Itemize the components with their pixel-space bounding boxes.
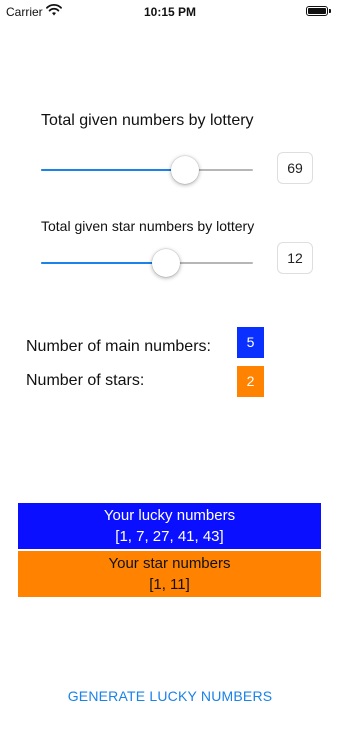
total-star-numbers-slider[interactable] (41, 248, 253, 278)
star-numbers-title: Your star numbers (108, 555, 231, 572)
slider-thumb[interactable] (171, 156, 200, 184)
lucky-numbers-title: Your lucky numbers (103, 507, 236, 524)
main-numbers-count: 5 (237, 327, 264, 358)
generate-lucky-numbers-button[interactable]: GENERATE LUCKY NUMBERS (0, 688, 340, 704)
slider-thumb[interactable] (152, 249, 181, 277)
lucky-numbers-banner: Your lucky numbers [1, 7, 27, 41, 43] (18, 503, 321, 549)
status-time: 10:15 PM (143, 5, 197, 19)
total-star-numbers-value: 12 (277, 242, 313, 274)
status-bar: Carrier 10:15 PM (0, 0, 340, 24)
total-star-numbers-label: Total given star numbers by lottery (41, 218, 255, 234)
star-numbers-values: [1, 11] (149, 576, 190, 593)
slider-fill (41, 262, 167, 264)
total-numbers-label: Total given numbers by lottery (41, 112, 254, 129)
stars-count-label: Number of stars: (26, 372, 145, 389)
main-numbers-count-label: Number of main numbers: (26, 338, 211, 355)
star-numbers-banner: Your star numbers [1, 11] (18, 551, 321, 597)
battery-level (308, 8, 326, 14)
total-numbers-value: 69 (277, 152, 313, 184)
total-numbers-slider[interactable] (41, 155, 253, 185)
app-screen: Carrier 10:15 PM Total given numbers by … (0, 0, 340, 736)
battery-icon (306, 6, 331, 16)
stars-count: 2 (237, 366, 264, 397)
lucky-numbers-values: [1, 7, 27, 41, 43] (115, 528, 224, 545)
slider-fill (41, 169, 186, 171)
